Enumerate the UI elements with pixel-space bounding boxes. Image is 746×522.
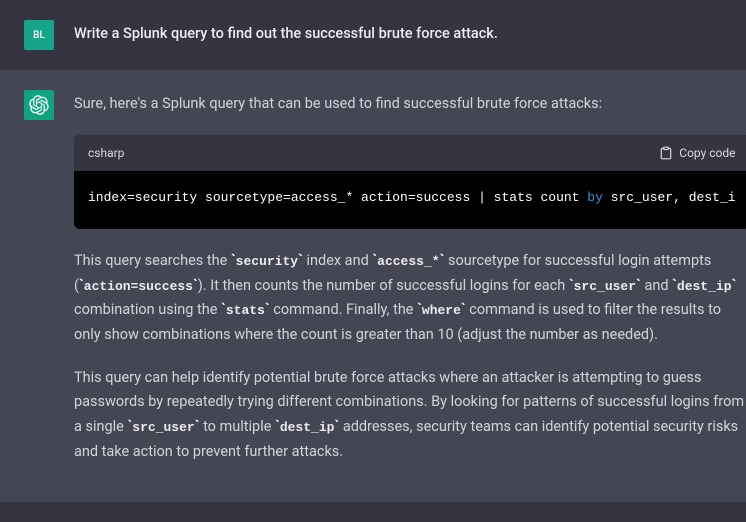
p1-t2: index and [303, 252, 372, 269]
p1-t6: combination using the [74, 301, 221, 318]
inline-code-stats: stats [226, 303, 265, 318]
assistant-paragraph-1: This query searches the `security` index… [74, 249, 746, 348]
p1-t4: ). It then counts the number of successf… [198, 277, 569, 294]
code-keyword: by [587, 190, 603, 205]
inline-code-access: access_* [377, 254, 439, 269]
assistant-avatar [24, 90, 54, 120]
p2-t2: to multiple [199, 418, 275, 435]
inline-code-where: where [422, 303, 461, 318]
inline-code-src-user-2: src_user [132, 420, 194, 435]
assistant-intro-text: Sure, here's a Splunk query that can be … [74, 92, 746, 117]
user-avatar-initials: BL [33, 30, 45, 41]
clipboard-icon [659, 146, 673, 160]
assistant-message-row: Sure, here's a Splunk query that can be … [0, 70, 746, 502]
assistant-paragraph-2: This query can help identify potential b… [74, 366, 746, 465]
inline-code-src-user: src_user [574, 279, 636, 294]
inline-code-dest-ip-2: dest_ip [280, 420, 335, 435]
code-language-label: csharp [88, 143, 124, 163]
code-text-post: src_user, dest_i [603, 190, 736, 205]
user-message-text: Write a Splunk query to find out the suc… [74, 20, 722, 50]
user-avatar: BL [24, 20, 54, 50]
p1-t7: command. Finally, the [270, 301, 417, 318]
p1-t1: This query searches the [74, 252, 231, 269]
code-block: csharp Copy code index=security sourcety… [74, 135, 746, 229]
inline-code-security: security [236, 254, 298, 269]
code-content[interactable]: index=security sourcetype=access_* actio… [74, 171, 746, 229]
copy-code-label: Copy code [679, 143, 735, 163]
code-header: csharp Copy code [74, 135, 746, 171]
user-message-row: BL Write a Splunk query to find out the … [0, 0, 746, 70]
openai-logo-icon [29, 95, 49, 115]
inline-code-dest-ip: dest_ip [677, 279, 732, 294]
assistant-message-content: Sure, here's a Splunk query that can be … [74, 90, 746, 482]
inline-code-action-success: action=success [84, 279, 193, 294]
copy-code-button[interactable]: Copy code [659, 143, 735, 163]
p1-t5: and [641, 277, 672, 294]
code-text-pre: index=security sourcetype=access_* actio… [88, 190, 587, 205]
